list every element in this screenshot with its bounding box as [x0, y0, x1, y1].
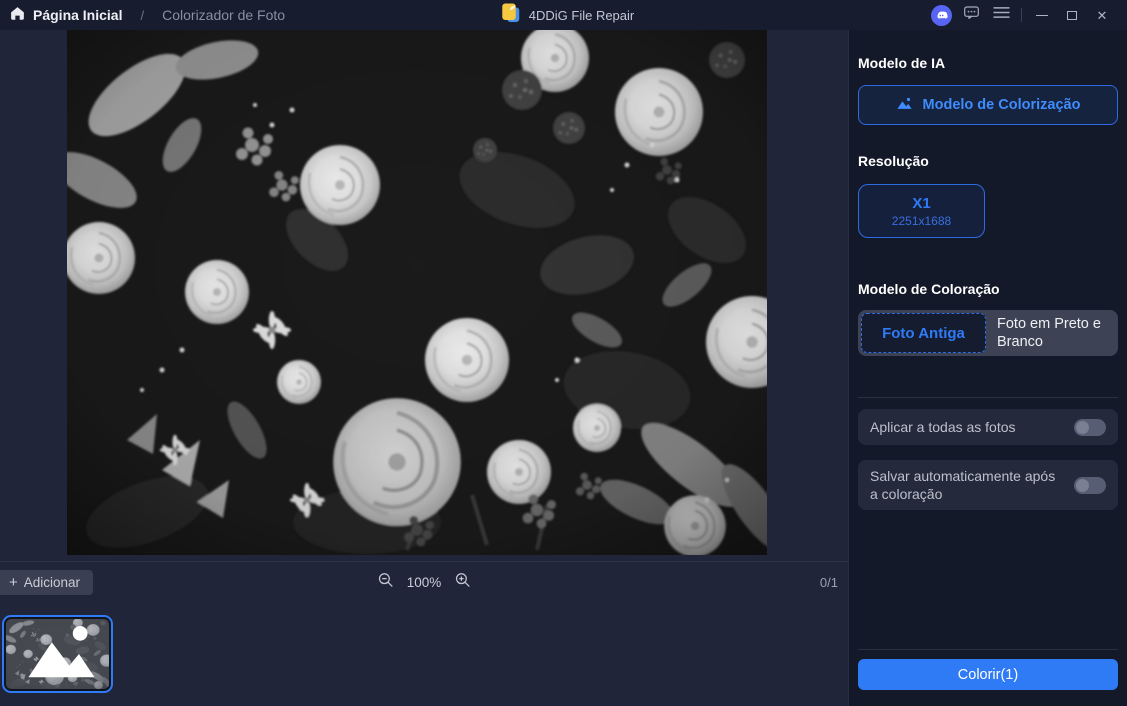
- photo-workspace: + Adicionar 100% 0/1: [0, 30, 848, 706]
- viewer-toolbar: + Adicionar 100% 0/1: [0, 561, 848, 603]
- maximize-icon: [1067, 11, 1077, 20]
- colorize-button[interactable]: Colorir(1): [858, 659, 1118, 690]
- home-icon: [10, 6, 25, 24]
- titlebar: Página Inicial / Colorizador de Foto 4DD…: [0, 0, 1127, 30]
- titlebar-divider: [1021, 8, 1022, 22]
- image-icon: [10, 619, 109, 687]
- apply-all-switch[interactable]: [1074, 419, 1106, 436]
- colorization-model-label: Modelo de Colorização: [923, 97, 1081, 113]
- breadcrumb: Página Inicial / Colorizador de Foto: [0, 6, 285, 24]
- sidebar-spacer: [858, 510, 1118, 649]
- chat-icon: [963, 4, 980, 26]
- switch-knob: [1076, 421, 1089, 434]
- window-controls: ✕: [926, 0, 1127, 30]
- plus-icon: +: [9, 575, 18, 590]
- app-window: Página Inicial / Colorizador de Foto 4DD…: [0, 0, 1127, 706]
- maximize-button[interactable]: [1057, 0, 1087, 30]
- colorization-model-button[interactable]: Modelo de Colorização: [858, 85, 1118, 125]
- apply-all-toggle-row[interactable]: Aplicar a todas as fotos: [858, 409, 1118, 445]
- apply-all-label: Aplicar a todas as fotos: [870, 419, 1016, 435]
- close-button[interactable]: ✕: [1087, 0, 1117, 30]
- breadcrumb-home-label: Página Inicial: [33, 7, 122, 23]
- autosave-switch[interactable]: [1074, 477, 1106, 494]
- menu-button[interactable]: [986, 0, 1016, 30]
- sidebar-divider: [858, 397, 1118, 398]
- breadcrumb-current: Colorizador de Foto: [162, 7, 285, 23]
- option-bw-photo[interactable]: Foto em Preto e Branco: [986, 313, 1115, 353]
- ai-model-heading: Modelo de IA: [858, 55, 1118, 71]
- close-icon: ✕: [1097, 9, 1108, 22]
- app-title-label: 4DDiG File Repair: [529, 8, 634, 23]
- resolution-x1-button[interactable]: X1 2251x1688: [858, 184, 985, 238]
- resolution-scale-label: X1: [912, 195, 930, 212]
- sidebar-bottom-divider: [858, 649, 1118, 650]
- zoom-in-icon[interactable]: [454, 572, 470, 593]
- zoom-controls: 100%: [378, 572, 471, 593]
- discord-icon: [931, 5, 952, 26]
- photo-counter: 0/1: [820, 575, 848, 590]
- add-photo-button[interactable]: + Adicionar: [0, 570, 93, 595]
- breadcrumb-home[interactable]: Página Inicial: [10, 6, 122, 24]
- menu-icon: [993, 6, 1010, 24]
- photo-preview: [67, 30, 767, 555]
- resolution-dimensions-label: 2251x1688: [892, 214, 951, 228]
- zoom-out-icon[interactable]: [378, 572, 394, 593]
- resolution-heading: Resolução: [858, 153, 1118, 169]
- minimize-icon: [1036, 15, 1048, 16]
- thumbnail-selected[interactable]: 1x: [2, 615, 113, 693]
- app-title: 4DDiG File Repair: [501, 3, 634, 27]
- minimize-button[interactable]: [1027, 0, 1057, 30]
- discord-button[interactable]: [926, 0, 956, 30]
- color-model-heading: Modelo de Coloração: [858, 281, 1118, 297]
- feedback-button[interactable]: [956, 0, 986, 30]
- app-logo-icon: [501, 3, 520, 27]
- color-model-segmented-control: Foto Antiga Foto em Preto e Branco: [858, 310, 1118, 356]
- thumbnail-image: 1x: [6, 619, 109, 689]
- add-photo-label: Adicionar: [24, 575, 80, 590]
- settings-sidebar: Modelo de IA Modelo de Colorização Resol…: [848, 30, 1127, 706]
- zoom-level: 100%: [407, 575, 442, 590]
- main-area: + Adicionar 100% 0/1: [0, 30, 1127, 706]
- picture-icon: [896, 96, 913, 115]
- autosave-label: Salvar automaticamente após a coloração: [870, 467, 1064, 503]
- thumbnail-scale-badge: 1x: [6, 619, 109, 689]
- breadcrumb-separator: /: [140, 8, 144, 23]
- switch-knob: [1076, 479, 1089, 492]
- option-old-photo[interactable]: Foto Antiga: [861, 313, 986, 353]
- autosave-toggle-row[interactable]: Salvar automaticamente após a coloração: [858, 460, 1118, 510]
